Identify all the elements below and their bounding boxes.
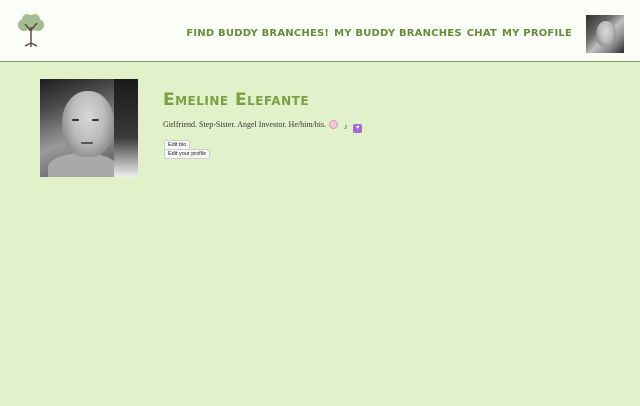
- profile-name: Emeline Elefante: [163, 90, 310, 110]
- heart-icon: ♥: [353, 124, 363, 133]
- main-nav: Find buddy branches! My buddy branches C…: [186, 28, 572, 39]
- nav-find-buddy-branches[interactable]: Find buddy branches!: [186, 28, 329, 39]
- photo-mouth: [81, 142, 93, 144]
- nav-chat[interactable]: Chat: [467, 28, 497, 39]
- tree-logo-icon[interactable]: [14, 13, 48, 47]
- nav-my-buddy-branches[interactable]: My buddy branches: [334, 28, 462, 39]
- top-header: Find buddy branches! My buddy branches C…: [0, 0, 640, 62]
- avatar-face: [596, 21, 616, 47]
- photo-eye-left: [72, 119, 79, 121]
- photo-face: [62, 91, 114, 157]
- bear-face-icon: [329, 120, 339, 129]
- bio-text: Girlfriend. Step-Sister. Angel Investor.…: [163, 120, 327, 129]
- music-notes-icon: ♪: [343, 122, 348, 131]
- photo-eye-right: [92, 119, 99, 121]
- photo-hair: [114, 79, 138, 177]
- edit-profile-button[interactable]: Edit your profile: [164, 149, 211, 159]
- header-avatar[interactable]: [586, 15, 624, 53]
- profile-photo: [40, 79, 138, 177]
- nav-my-profile[interactable]: My profile: [502, 28, 572, 39]
- profile-bio: Girlfriend. Step-Sister. Angel Investor.…: [163, 120, 363, 133]
